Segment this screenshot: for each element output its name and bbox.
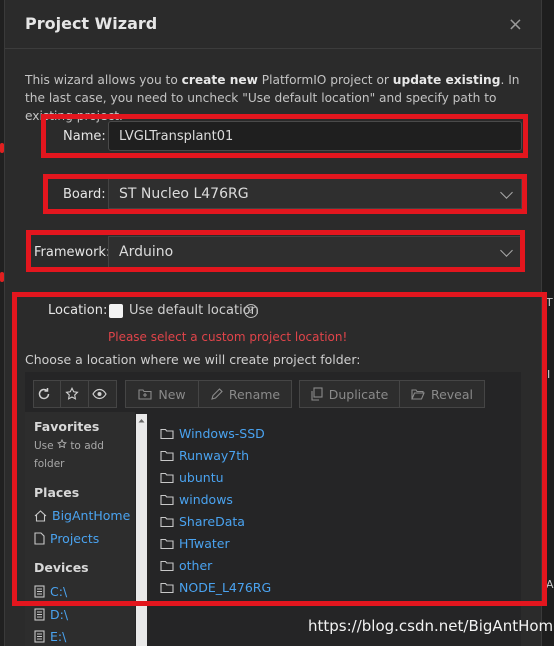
use-default-location-label: Use default location <box>129 303 259 318</box>
folder-name: Windows-SSD <box>179 426 265 441</box>
description-bold-update: update existing <box>392 73 501 87</box>
framework-select[interactable]: Arduino <box>108 236 522 268</box>
place-label: BigAntHome <box>52 508 131 523</box>
places-heading: Places <box>34 485 80 500</box>
device-item-c[interactable]: C:\ <box>34 584 67 599</box>
folder-name: ShareData <box>179 514 245 529</box>
background-text: I <box>547 368 551 381</box>
folder-item[interactable]: NODE_L476RG <box>160 580 271 595</box>
device-item-d[interactable]: D:\ <box>34 607 68 622</box>
rename-label: Rename <box>228 386 281 402</box>
device-item-e[interactable]: E:\ <box>34 629 66 644</box>
browser-sidebar: Favorites Use to add folder Places BigAn… <box>25 412 135 646</box>
drive-icon <box>34 585 45 598</box>
folder-plus-icon <box>138 389 152 400</box>
copy-icon <box>311 387 323 401</box>
help-icon[interactable]: ? <box>244 304 258 318</box>
framework-label: Framework: <box>34 245 111 260</box>
place-item-bigant-home[interactable]: BigAntHome <box>34 508 130 523</box>
toggle-hidden-button[interactable] <box>88 380 117 408</box>
duplicate-button[interactable]: Duplicate <box>299 380 400 408</box>
reveal-label: Reveal <box>430 386 474 402</box>
folder-item[interactable]: Runway7th <box>160 448 249 463</box>
folder-name: NODE_L476RG <box>179 580 272 595</box>
chevron-down-icon <box>500 185 513 199</box>
background-editor-right <box>540 0 554 646</box>
use-default-location-checkbox[interactable] <box>109 304 123 318</box>
choose-location-text: Choose a location where we will create p… <box>25 352 361 367</box>
folder-item[interactable]: windows <box>160 492 233 507</box>
place-label: Projects <box>50 531 100 546</box>
drive-icon <box>34 608 45 621</box>
star-icon <box>64 387 79 400</box>
chevron-down-icon <box>500 244 513 257</box>
name-input[interactable]: LVGLTransplant01 <box>108 121 522 151</box>
folder-icon <box>160 538 174 549</box>
eye-icon <box>92 388 107 400</box>
home-icon <box>34 509 47 522</box>
folder-icon <box>160 516 174 527</box>
favorites-heading: Favorites <box>34 419 100 434</box>
rename-button[interactable]: Rename <box>198 380 292 408</box>
description-text: This wizard allows you to <box>25 73 182 87</box>
dialog-title: Project Wizard <box>25 14 158 33</box>
folder-item[interactable]: ShareData <box>160 514 245 529</box>
folder-icon <box>160 428 174 439</box>
name-label: Name: <box>63 129 106 144</box>
device-label: E:\ <box>50 629 67 644</box>
place-item-projects[interactable]: Projects <box>34 531 99 546</box>
board-label: Board: <box>63 187 106 202</box>
folder-icon <box>160 472 174 483</box>
background-text: A <box>546 578 554 591</box>
background-text: T <box>546 296 553 309</box>
board-select[interactable]: ST Nucleo L476RG <box>108 178 522 209</box>
favorites-hint-text: Use <box>34 440 54 452</box>
refresh-button[interactable] <box>33 380 61 408</box>
folder-open-icon <box>411 389 425 400</box>
folder-icon <box>160 582 174 593</box>
document-icon <box>34 532 45 545</box>
new-label: New <box>158 386 186 402</box>
description-text: PlatformIO project or <box>257 73 393 87</box>
folder-name: Runway7th <box>179 448 250 463</box>
folder-name: windows <box>179 492 233 507</box>
close-icon[interactable]: × <box>508 14 523 35</box>
folder-item[interactable]: other <box>160 558 212 573</box>
folder-icon <box>160 560 174 571</box>
scroll-up-arrow-icon[interactable] <box>137 416 146 425</box>
sidebar-scrollbar[interactable] <box>136 414 147 646</box>
folder-item[interactable]: Windows-SSD <box>160 426 265 441</box>
project-wizard-dialog: Project Wizard × This wizard allows you … <box>4 0 542 646</box>
folder-item[interactable]: ubuntu <box>160 470 224 485</box>
folder-name: ubuntu <box>179 470 224 485</box>
device-label: C:\ <box>50 584 68 599</box>
header-divider <box>5 48 541 49</box>
location-error: Please select a custom project location! <box>108 330 348 344</box>
new-folder-button[interactable]: New <box>125 380 199 408</box>
favorites-hint: Use to add folder <box>34 437 124 473</box>
wizard-description: This wizard allows you to create new Pla… <box>25 71 521 125</box>
description-bold-create: create new <box>181 73 258 87</box>
favorite-button[interactable] <box>60 380 89 408</box>
board-value: ST Nucleo L476RG <box>119 185 249 202</box>
watermark-url: https://blog.csdn.net/BigAntHome <box>308 617 554 635</box>
device-label: D:\ <box>50 607 69 622</box>
reveal-button[interactable]: Reveal <box>399 380 485 408</box>
framework-value: Arduino <box>119 244 174 260</box>
drive-icon <box>34 630 45 643</box>
location-label: Location: <box>48 303 108 318</box>
folder-icon <box>160 494 174 505</box>
folder-icon <box>160 450 174 461</box>
pencil-icon <box>211 387 223 400</box>
folder-name: other <box>179 558 213 573</box>
refresh-icon <box>38 388 50 400</box>
folder-name: HTwater <box>179 536 230 551</box>
devices-heading: Devices <box>34 560 89 575</box>
duplicate-label: Duplicate <box>328 386 389 402</box>
star-icon <box>57 438 67 449</box>
folder-item[interactable]: HTwater <box>160 536 230 551</box>
folder-browser: New Rename Duplicate Reveal Favorites Us… <box>25 372 521 646</box>
